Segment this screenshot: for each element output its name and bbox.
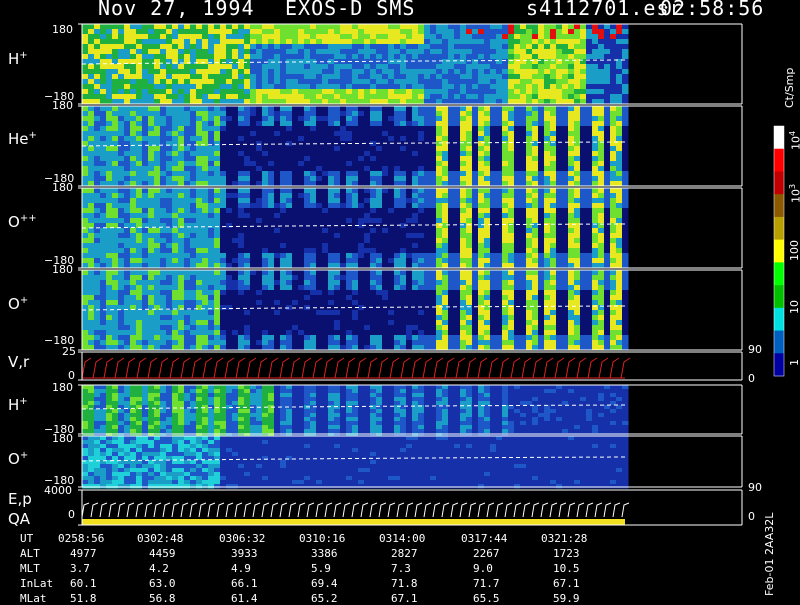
footer-row-label: MLT [20,562,40,575]
footer-cell: 71.7 [473,577,500,590]
footer-cell: 2267 [473,547,500,560]
footer-row-label: MLat [20,592,47,605]
ytick-top: 180 [52,432,73,445]
ytick-top: 180 [52,23,73,36]
version-stamp: Feb-01 2AA32L [763,513,776,596]
title-date: Nov 27, 1994 [98,0,255,20]
ytick-top: 180 [52,381,73,394]
footer-cell: 3386 [311,547,338,560]
colorbar [774,126,784,377]
colorbar-segment [774,240,784,263]
footer-cell: 0321:28 [541,532,587,545]
footer-cell: 67.1 [391,592,418,605]
panel-label-o-plusplus: O++ [8,213,37,231]
ytick-top: 180 [52,99,73,112]
footer-cell: 4.9 [231,562,251,575]
panel-label-h-plus: H+ [8,50,28,68]
spectrogram-heatmaps [82,24,629,489]
title-instrument: EXOS-D SMS [285,0,415,20]
energy-trace [82,503,629,517]
qa-bar [82,519,625,525]
colorbar-segment [774,149,784,172]
footer-cell: 56.8 [149,592,176,605]
panel-label-o-plus-2: O+ [8,450,28,468]
colorbar-tick: 104 [788,131,800,150]
colorbar-unit: Ct/Smp [783,68,796,108]
ytick-right-bottom: 0 [748,372,755,385]
ytick-bottom: 0 [68,508,75,521]
footer-cell: 0310:16 [299,532,345,545]
colorbar-segment [774,331,784,354]
ytick-top: 180 [52,263,73,276]
colorbar-segment [774,353,784,376]
footer-cell: 66.1 [231,577,258,590]
ytick-right-top: 90 [748,481,762,494]
footer-cell: 0258:56 [58,532,104,545]
footer-cell: 4459 [149,547,176,560]
footer-cell: 0317:44 [461,532,507,545]
footer-cell: 59.9 [553,592,580,605]
footer-cell: 71.8 [391,577,418,590]
panel-label-h-plus-2: H+ [8,396,28,414]
footer-cell: 1723 [553,547,580,560]
footer-cell: 65.5 [473,592,500,605]
colorbar-segment [774,262,784,285]
footer-row-label: InLat [20,577,53,590]
footer-cell: 0302:48 [137,532,183,545]
colorbar-tick: 100 [788,240,800,261]
colorbar-tick: 103 [788,184,800,203]
ytick-top: 180 [52,181,73,194]
footer-cell: 51.8 [70,592,97,605]
colorbar-segment [774,194,784,217]
ytick-top: 25 [62,345,76,358]
panel-label-o-plus: O+ [8,295,28,313]
colorbar-tick: 10 [788,300,800,314]
colorbar-segment [774,285,784,308]
footer-cell: 67.1 [553,577,580,590]
ytick-right-bottom: 0 [748,510,755,523]
colorbar-segment [774,217,784,240]
footer-cell: 3.7 [70,562,90,575]
footer-cell: 9.0 [473,562,493,575]
exos-d-sms-spectrogram [0,0,800,600]
footer-cell: 65.2 [311,592,338,605]
footer-cell: 0306:32 [219,532,265,545]
footer-cell: 4977 [70,547,97,560]
footer-cell: 3933 [231,547,258,560]
footer-row-label: UT [20,532,33,545]
colorbar-segment [774,126,784,149]
panel-label-qa: QA [8,510,30,528]
footer-cell: 60.1 [70,577,97,590]
colorbar-segment [774,308,784,331]
ytick-top: 4000 [44,484,72,497]
footer-cell: 69.4 [311,577,338,590]
footer-cell: 2827 [391,547,418,560]
footer-cell: 63.0 [149,577,176,590]
footer-cell: 61.4 [231,592,258,605]
footer-cell: 0314:00 [379,532,425,545]
footer-cell: 10.5 [553,562,580,575]
footer-cell: 7.3 [391,562,411,575]
footer-cell: 4.2 [149,562,169,575]
footer-row-label: ALT [20,547,40,560]
colorbar-segment [774,171,784,194]
colorbar-tick: 1 [788,359,800,366]
title-time: 02:58:56 [660,0,764,20]
ytick-right-top: 90 [748,343,762,356]
panel-label-ep: E,p [8,490,32,508]
footer-cell: 5.9 [311,562,331,575]
panel-label-vr: V,r [8,353,29,371]
panel-label-he-plus: He+ [8,130,37,148]
